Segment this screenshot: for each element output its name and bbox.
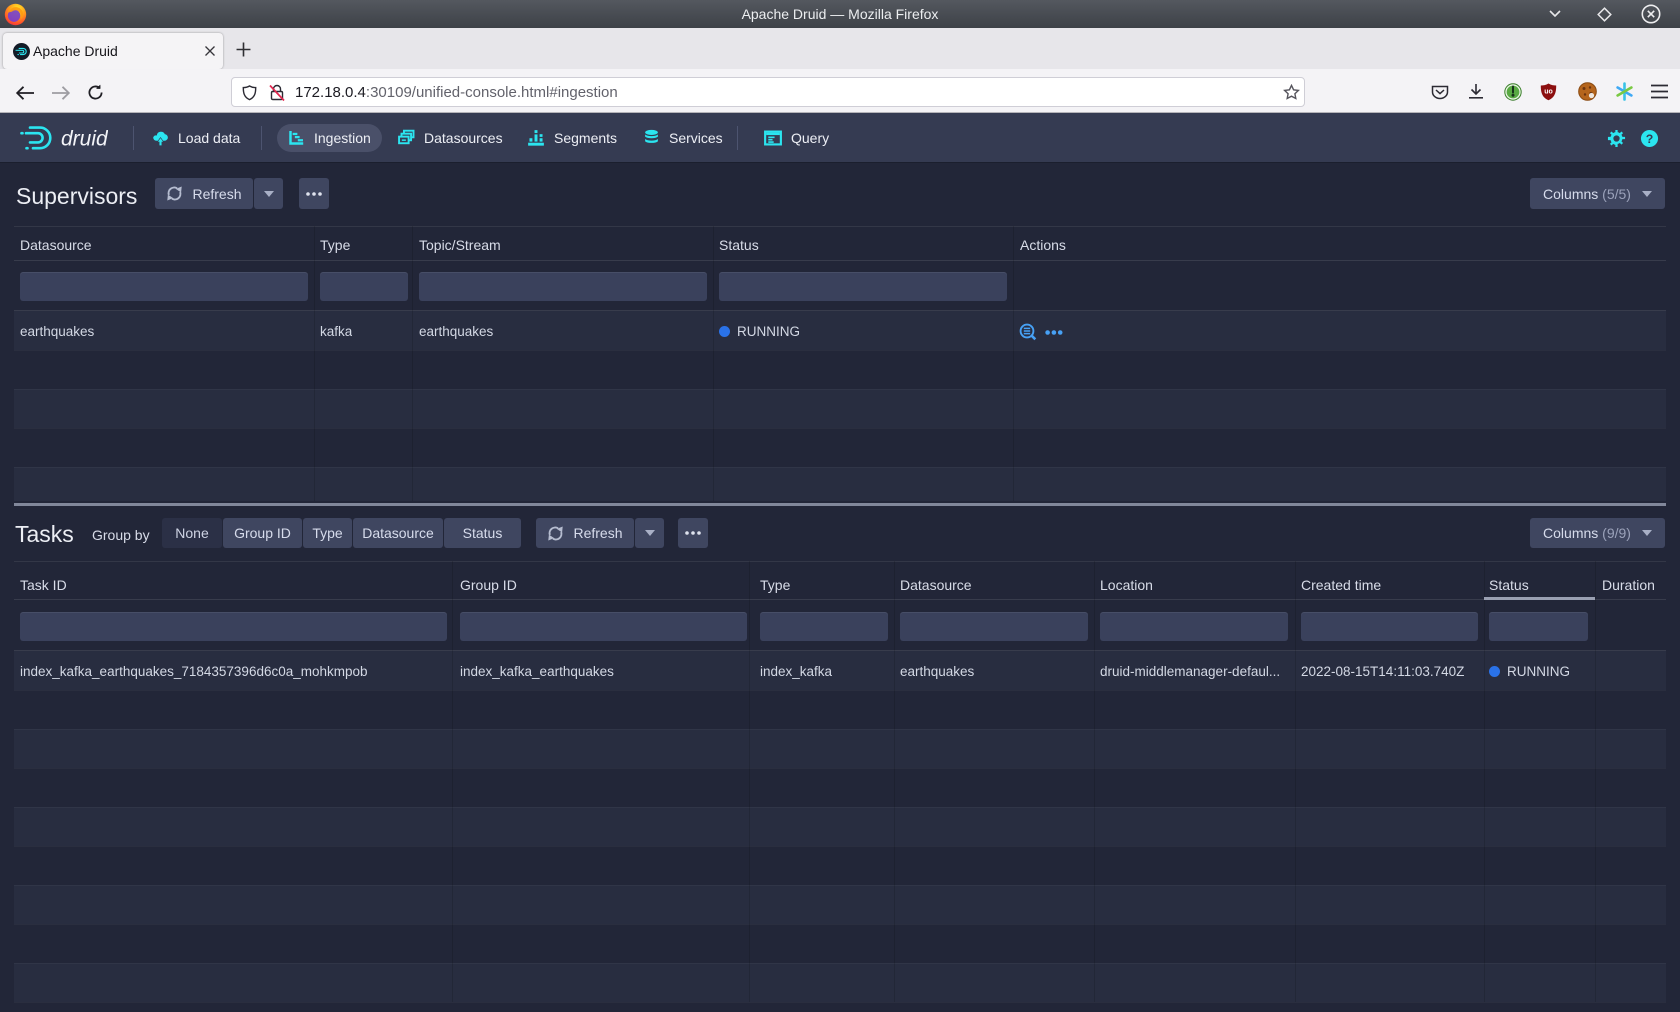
- svg-text:druid: druid: [61, 128, 108, 151]
- svg-text:?: ?: [1646, 132, 1654, 146]
- svg-text:uo: uo: [1544, 89, 1553, 96]
